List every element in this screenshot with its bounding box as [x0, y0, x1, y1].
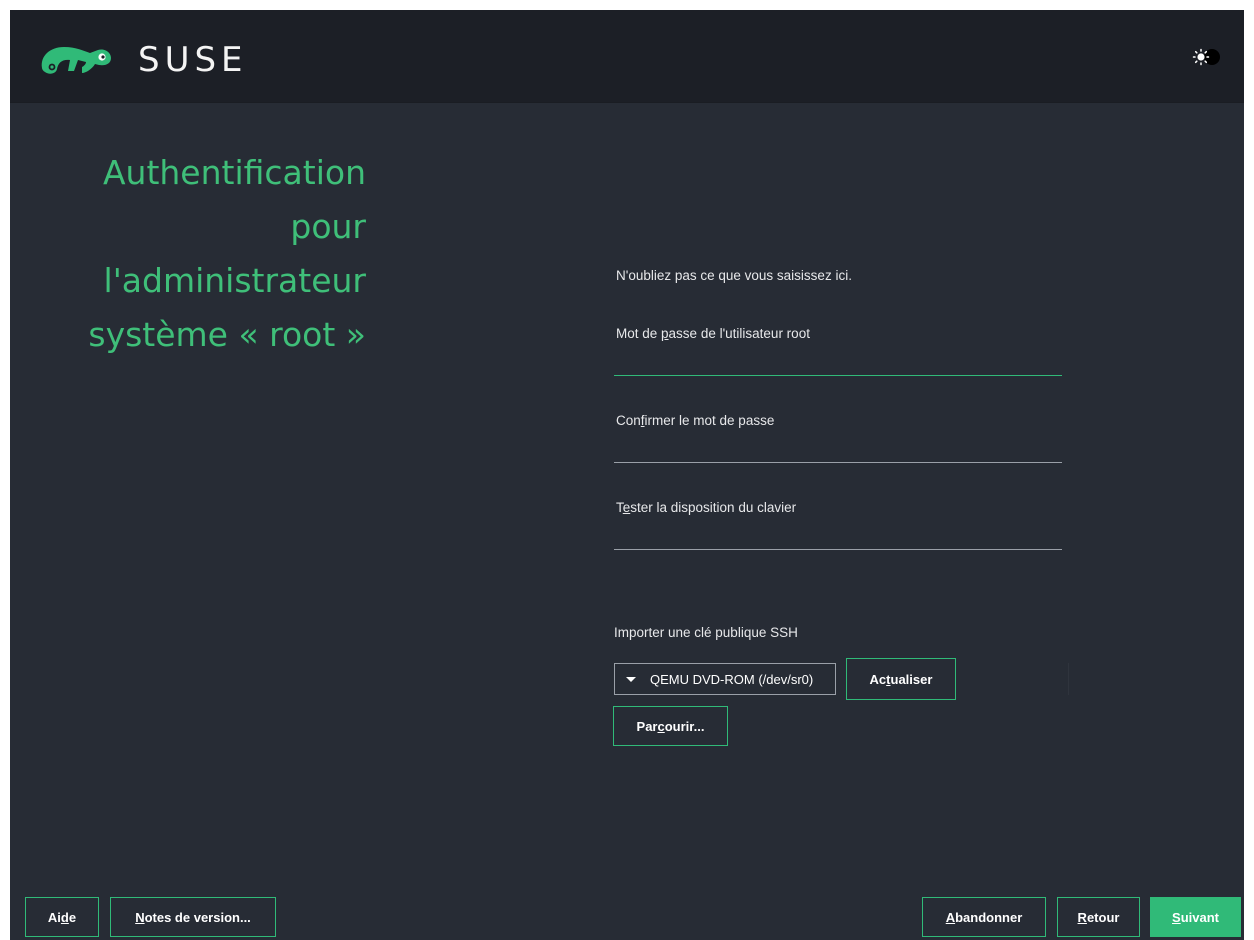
help-button[interactable]: Ai d e: [25, 897, 99, 937]
ssh-device-value: QEMU DVD-ROM (/dev/sr0): [650, 672, 814, 687]
installer-window: SUSE Authentification pour l'administrat…: [10, 10, 1244, 940]
hint-text: N'oubliez pas ce que vous saisissez ici.: [616, 268, 852, 283]
confirm-password-label: Confirmer le mot de passe: [616, 413, 775, 428]
chameleon-logo-icon: [41, 47, 112, 74]
test-keyboard-input[interactable]: [614, 526, 1062, 550]
abort-button[interactable]: Abandonner: [922, 897, 1046, 937]
page-title: Authentification pour l'administrateur s…: [50, 146, 366, 362]
ssh-row-divider: [958, 663, 1069, 695]
page-title-line-2: pour: [290, 207, 366, 246]
next-button[interactable]: Suivant: [1150, 897, 1241, 937]
root-password-label: Mot de passe de l'utilisateur root: [616, 326, 810, 341]
page-title-line-4: système « root »: [88, 315, 366, 354]
brand-name: SUSE: [138, 40, 248, 80]
test-keyboard-label: Tester la disposition du clavier: [616, 500, 797, 515]
theme-toggle-icon[interactable]: [1191, 48, 1221, 66]
page-title-line-1: Authentification: [102, 153, 366, 192]
refresh-button[interactable]: Ac t ualiser: [846, 658, 956, 700]
page-title-line-3: l'administrateur: [103, 261, 366, 300]
ssh-import-label: Importer une clé publique SSH: [614, 625, 798, 640]
ssh-device-select[interactable]: QEMU DVD-ROM (/dev/sr0): [614, 663, 836, 695]
release-notes-button[interactable]: Notes de version...: [110, 897, 276, 937]
browse-button[interactable]: Par c ourir...: [613, 706, 728, 746]
confirm-password-input[interactable]: [614, 439, 1062, 463]
top-bar: SUSE: [10, 10, 1244, 103]
back-button[interactable]: Retour: [1057, 897, 1140, 937]
root-password-input[interactable]: [614, 352, 1062, 376]
dropdown-caret-icon: [626, 677, 636, 682]
